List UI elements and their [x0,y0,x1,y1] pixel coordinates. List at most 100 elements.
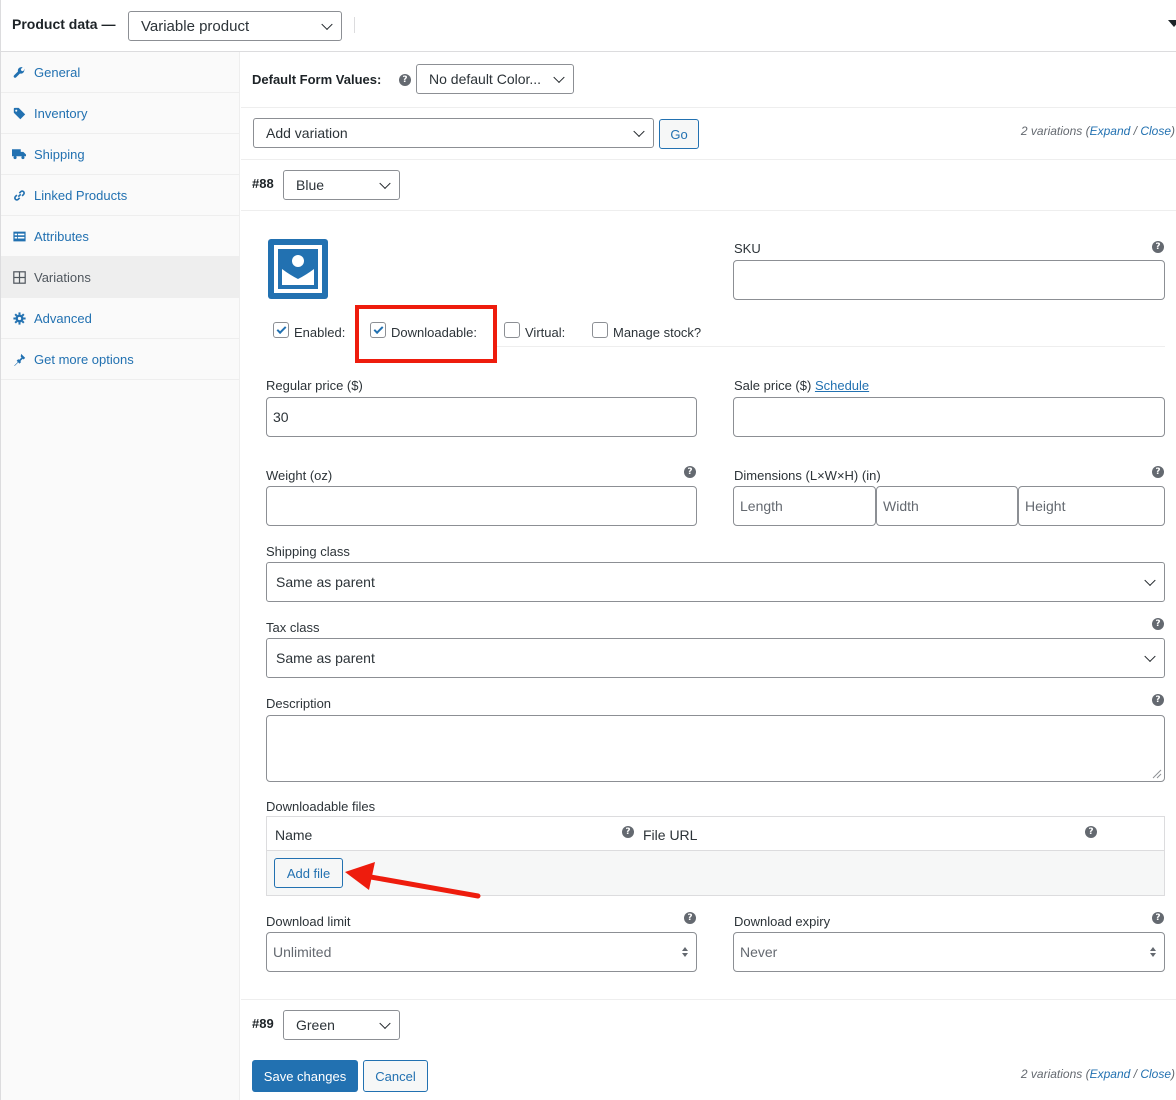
spinner-icon[interactable] [682,947,688,957]
close-link[interactable]: Close [1140,1067,1171,1081]
variation-image-upload[interactable] [268,239,328,299]
chevron-down-icon [1144,574,1156,587]
help-icon[interactable]: ? [399,74,411,86]
divider [241,999,1176,1000]
add-variation-select[interactable]: Add variation [253,118,654,148]
default-form-values-label: Default Form Values: [252,72,382,87]
divider [497,346,1165,347]
help-icon[interactable]: ? [684,912,696,924]
variations-count-text: 2 variations ( [1020,1067,1090,1081]
close-link[interactable]: Close [1140,124,1171,138]
product-type-select[interactable]: Variable product [128,11,342,41]
height-input[interactable]: Height [1018,486,1165,526]
weight-label: Weight (oz) [266,468,333,483]
regular-price-label: Regular price ($) [266,378,363,393]
help-icon[interactable]: ? [1152,241,1164,253]
tab-label: Variations [34,269,91,285]
spinner-icon[interactable] [1150,947,1156,957]
slash-text: / [1130,1067,1141,1081]
tab-inventory[interactable]: Inventory [1,93,240,134]
variations-count-text: 2 variations ( [1020,124,1090,138]
width-placeholder: Width [883,498,919,514]
weight-input[interactable] [266,486,697,526]
download-limit-label: Download limit [266,914,351,929]
length-placeholder: Length [740,498,783,514]
variation-color-value: Green [296,1017,335,1033]
chevron-down-icon [1144,650,1156,663]
expand-link[interactable]: Expand [1090,1067,1131,1081]
enabled-label: Enabled: [294,325,346,340]
help-icon[interactable]: ? [1152,694,1164,706]
expand-link[interactable]: Expand [1090,124,1131,138]
download-limit-placeholder: Unlimited [273,944,332,960]
tab-label: Get more options [34,351,134,367]
default-color-select[interactable]: No default Color... [416,64,574,94]
default-color-value: No default Color... [429,71,542,87]
files-url-header: File URL [643,827,698,843]
shipping-class-value: Same as parent [276,574,375,590]
tab-linked-products[interactable]: Linked Products [1,175,240,216]
sale-price-text: Sale price ($) [734,378,812,393]
wrench-icon [12,65,26,79]
shipping-class-select[interactable]: Same as parent [266,562,1165,602]
downloadable-files-label: Downloadable files [266,799,376,814]
download-expiry-input[interactable]: Never [733,932,1165,972]
tab-label: Inventory [34,105,88,121]
grid-icon [12,270,26,284]
tax-class-value: Same as parent [276,650,375,666]
tag-icon [12,106,26,120]
sku-input[interactable] [733,260,1165,300]
tax-class-label: Tax class [266,620,320,635]
tab-attributes[interactable]: Attributes [1,216,240,257]
help-icon[interactable]: ? [622,826,634,838]
tax-class-select[interactable]: Same as parent [266,638,1165,678]
regular-price-input[interactable]: 30 [266,397,697,437]
tab-shipping[interactable]: Shipping [1,134,240,175]
download-expiry-label: Download expiry [734,914,831,929]
virtual-checkbox[interactable] [504,322,520,338]
plugin-icon [12,352,26,366]
width-input[interactable]: Width [876,486,1018,526]
downloadable-highlight-box [355,305,497,363]
schedule-link[interactable]: Schedule [815,378,869,393]
manage-stock-label: Manage stock? [613,325,702,340]
height-placeholder: Height [1025,498,1066,514]
help-icon[interactable]: ? [1085,826,1097,838]
files-table-header: Name ? File URL ? [267,817,1164,851]
help-icon[interactable]: ? [1152,618,1164,630]
help-icon[interactable]: ? [684,466,696,478]
help-icon[interactable]: ? [1152,912,1164,924]
variation-color-select[interactable]: Green [283,1010,400,1040]
check-icon [276,323,286,334]
help-icon[interactable]: ? [1152,466,1164,478]
variation-color-value: Blue [296,177,325,193]
tab-label: Advanced [34,310,92,326]
tab-general[interactable]: General [1,52,240,93]
description-textarea[interactable] [266,715,1165,782]
enabled-checkbox[interactable] [273,322,289,338]
resize-handle-icon[interactable] [1152,769,1162,779]
tab-label: Linked Products [34,187,128,203]
go-button[interactable]: Go [659,119,699,149]
tab-variations[interactable]: Variations [1,257,240,298]
download-limit-input[interactable]: Unlimited [266,932,697,972]
tab-label: Shipping [34,146,85,162]
add-file-button[interactable]: Add file [274,858,343,888]
tab-get-more-options[interactable]: Get more options [1,339,240,380]
chevron-down-icon [321,18,333,31]
panel-toggle-icon[interactable] [1168,20,1176,27]
variation-color-select[interactable]: Blue [283,170,400,200]
divider [241,210,1176,211]
manage-stock-checkbox[interactable] [592,322,608,338]
tab-advanced[interactable]: Advanced [1,298,240,339]
list-card-icon [12,229,26,243]
variation-number: #88 [252,176,274,191]
cancel-button[interactable]: Cancel [363,1060,428,1092]
save-changes-button[interactable]: Save changes [252,1060,358,1092]
product-data-header: Product data — Variable product [1,0,1176,52]
length-input[interactable]: Length [733,486,876,526]
description-label: Description [266,696,332,711]
sale-price-label: Sale price ($) Schedule [734,378,869,393]
product-data-title: Product data — [12,16,116,32]
sale-price-input[interactable] [733,397,1165,437]
